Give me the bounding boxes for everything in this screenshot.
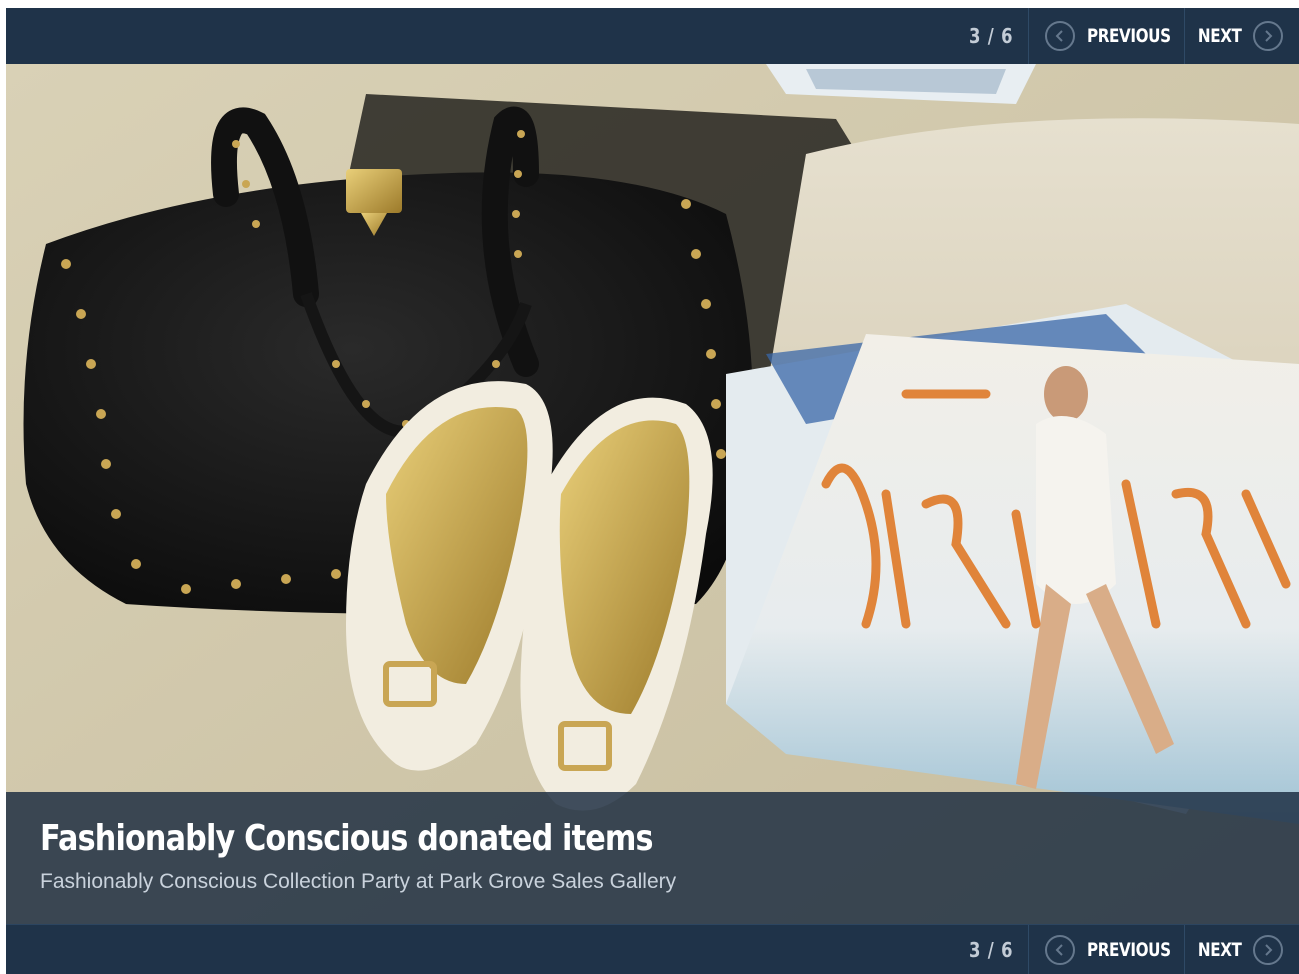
previous-label: PREVIOUS [1086, 939, 1171, 961]
gallery-nav-top: 3 / 6 PREVIOUS NEXT [6, 8, 1299, 64]
slide-subtitle: Fashionably Conscious Collection Party a… [40, 870, 677, 893]
next-label: NEXT [1197, 25, 1241, 47]
slide-title: Fashionably Conscious donated items [40, 818, 654, 859]
previous-button[interactable]: PREVIOUS [1027, 925, 1184, 974]
slide-caption: Fashionably Conscious donated items Fash… [6, 792, 1299, 924]
gallery-nav-bottom: 3 / 6 PREVIOUS NEXT [6, 924, 1299, 974]
slide-image: Fashionably Conscious donated items Fash… [6, 64, 1299, 924]
slide-counter: 3 / 6 [968, 24, 1014, 48]
slide-counter: 3 / 6 [968, 938, 1014, 962]
chevron-left-circle-icon [1044, 21, 1075, 51]
previous-button[interactable]: PREVIOUS [1027, 8, 1184, 64]
next-button[interactable]: NEXT [1183, 925, 1299, 974]
chevron-right-circle-icon [1253, 21, 1283, 51]
chevron-right-circle-icon [1253, 935, 1283, 965]
next-button[interactable]: NEXT [1183, 8, 1299, 64]
next-label: NEXT [1197, 939, 1241, 961]
chevron-left-circle-icon [1044, 935, 1075, 965]
gallery-slideshow: 3 / 6 PREVIOUS NEXT Fashionably Consciou… [6, 8, 1299, 974]
previous-label: PREVIOUS [1086, 25, 1171, 47]
